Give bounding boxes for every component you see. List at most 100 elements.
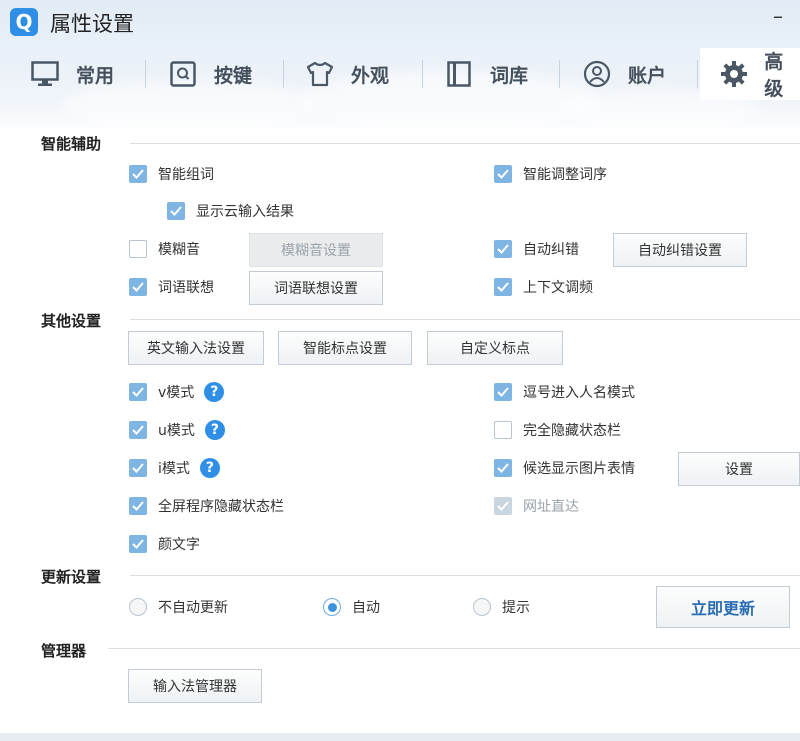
checkbox-label: 完全隐藏状态栏 bbox=[523, 423, 621, 439]
checkbox-box[interactable] bbox=[129, 383, 147, 401]
radio-prompt-update[interactable]: 提示 bbox=[473, 596, 530, 618]
checkbox-smart-phrase[interactable]: 智能组词 bbox=[129, 163, 214, 185]
checkbox-box[interactable] bbox=[129, 240, 147, 258]
tab-account[interactable]: 账户 bbox=[582, 48, 666, 100]
check-icon bbox=[132, 501, 144, 511]
checkbox-box[interactable] bbox=[167, 202, 185, 220]
checkbox-label: 显示云输入结果 bbox=[196, 204, 294, 220]
book-icon bbox=[444, 59, 474, 89]
key-icon bbox=[168, 59, 198, 89]
section-title-update: 更新设置 bbox=[41, 568, 102, 586]
checkbox-label: 逗号进入人名模式 bbox=[523, 385, 635, 401]
ime-manager-button[interactable]: 输入法管理器 bbox=[128, 669, 262, 703]
title-bar: Q 属性设置 – bbox=[0, 0, 800, 44]
checkbox-box[interactable] bbox=[129, 278, 147, 296]
header-background: Q 属性设置 – 常用 按键 外观 词库 账户 高级 bbox=[0, 0, 800, 132]
radio-no-auto-update[interactable]: 不自动更新 bbox=[129, 596, 228, 618]
english-ime-settings-button[interactable]: 英文输入法设置 bbox=[128, 331, 264, 365]
section-divider bbox=[108, 648, 800, 649]
checkbox-label: 智能组词 bbox=[158, 167, 214, 183]
checkbox-u-mode[interactable]: u模式 ? bbox=[129, 419, 225, 441]
check-icon bbox=[132, 425, 144, 435]
tab-common[interactable]: 常用 bbox=[30, 48, 114, 100]
section-title-other: 其他设置 bbox=[41, 312, 102, 330]
checkbox-box[interactable] bbox=[129, 459, 147, 477]
word-assoc-settings-button[interactable]: 词语联想设置 bbox=[249, 271, 383, 305]
checkbox-box[interactable] bbox=[494, 421, 512, 439]
radio-label: 提示 bbox=[502, 600, 530, 616]
checkbox-fullscreen-hide[interactable]: 全屏程序隐藏状态栏 bbox=[129, 495, 284, 517]
checkbox-box bbox=[494, 497, 512, 515]
checkbox-word-assoc[interactable]: 词语联想 bbox=[129, 276, 214, 298]
section-divider bbox=[130, 143, 800, 144]
smart-punct-settings-button[interactable]: 智能标点设置 bbox=[278, 331, 412, 365]
checkbox-auto-correct[interactable]: 自动纠错 bbox=[494, 238, 579, 260]
tab-keys[interactable]: 按键 bbox=[168, 48, 252, 100]
checkbox-label: i模式 bbox=[158, 461, 190, 477]
check-icon bbox=[132, 282, 144, 292]
checkbox-comma-name-mode[interactable]: 逗号进入人名模式 bbox=[494, 381, 635, 403]
checkbox-box[interactable] bbox=[129, 165, 147, 183]
tab-divider bbox=[697, 60, 698, 88]
checkbox-smart-order[interactable]: 智能调整词序 bbox=[494, 163, 607, 185]
tab-label: 词库 bbox=[490, 64, 529, 87]
radio-button[interactable] bbox=[129, 598, 147, 616]
check-icon bbox=[497, 244, 509, 254]
monitor-icon bbox=[30, 59, 60, 89]
checkbox-label: 模糊音 bbox=[158, 242, 200, 258]
checkbox-kaomoji[interactable]: 颜文字 bbox=[129, 533, 200, 555]
checkbox-box[interactable] bbox=[129, 421, 147, 439]
minimize-button[interactable]: – bbox=[766, 4, 790, 32]
fuzzy-settings-button[interactable]: 模糊音设置 bbox=[249, 233, 383, 267]
checkbox-label: v模式 bbox=[158, 385, 195, 401]
tab-divider bbox=[422, 60, 423, 88]
radio-button[interactable] bbox=[323, 598, 341, 616]
checkbox-label: u模式 bbox=[158, 423, 195, 439]
checkbox-label: 上下文调频 bbox=[523, 280, 593, 296]
checkbox-v-mode[interactable]: v模式 ? bbox=[129, 381, 225, 403]
checkbox-context-adjust[interactable]: 上下文调频 bbox=[494, 276, 593, 298]
section-divider bbox=[130, 575, 800, 576]
auto-correct-settings-button[interactable]: 自动纠错设置 bbox=[613, 233, 747, 267]
checkbox-label: 网址直达 bbox=[523, 499, 579, 515]
custom-punct-button[interactable]: 自定义标点 bbox=[427, 331, 563, 365]
user-icon bbox=[582, 59, 612, 89]
help-icon[interactable]: ? bbox=[204, 420, 225, 440]
check-icon bbox=[497, 463, 509, 473]
tab-divider bbox=[559, 60, 560, 88]
gear-icon bbox=[720, 59, 748, 89]
checkbox-box[interactable] bbox=[494, 165, 512, 183]
tab-advanced[interactable]: 高级 bbox=[700, 48, 800, 100]
update-now-button[interactable]: 立即更新 bbox=[656, 586, 790, 628]
tab-lexicon[interactable]: 词库 bbox=[444, 48, 528, 100]
checkbox-label: 自动纠错 bbox=[523, 242, 579, 258]
check-icon bbox=[170, 206, 182, 216]
shirt-icon bbox=[305, 59, 335, 89]
checkbox-candidate-image[interactable]: 候选显示图片表情 bbox=[494, 457, 635, 479]
checkbox-fuzzy[interactable]: 模糊音 bbox=[129, 238, 200, 260]
window-title: 属性设置 bbox=[50, 12, 134, 36]
checkbox-label: 颜文字 bbox=[158, 537, 200, 553]
radio-auto-update[interactable]: 自动 bbox=[323, 596, 380, 618]
checkbox-box[interactable] bbox=[129, 535, 147, 553]
checkbox-box[interactable] bbox=[494, 459, 512, 477]
checkbox-box[interactable] bbox=[129, 497, 147, 515]
checkbox-hide-status-bar[interactable]: 完全隐藏状态栏 bbox=[494, 419, 621, 441]
checkbox-cloud-result[interactable]: 显示云输入结果 bbox=[167, 200, 294, 222]
checkbox-box[interactable] bbox=[494, 240, 512, 258]
check-icon bbox=[132, 387, 144, 397]
checkbox-box[interactable] bbox=[494, 383, 512, 401]
section-divider bbox=[130, 319, 800, 320]
check-icon bbox=[132, 169, 144, 179]
candidate-image-settings-button[interactable]: 设置 bbox=[678, 452, 800, 486]
checkbox-label: 词语联想 bbox=[158, 280, 214, 296]
radio-button[interactable] bbox=[473, 598, 491, 616]
help-icon[interactable]: ? bbox=[199, 458, 220, 478]
tab-appearance[interactable]: 外观 bbox=[305, 48, 389, 100]
check-icon bbox=[497, 387, 509, 397]
checkbox-i-mode[interactable]: i模式 ? bbox=[129, 457, 220, 479]
checkbox-url-direct: 网址直达 bbox=[494, 495, 579, 517]
help-icon[interactable]: ? bbox=[204, 382, 225, 402]
section-title-manager: 管理器 bbox=[41, 642, 87, 660]
checkbox-box[interactable] bbox=[494, 278, 512, 296]
